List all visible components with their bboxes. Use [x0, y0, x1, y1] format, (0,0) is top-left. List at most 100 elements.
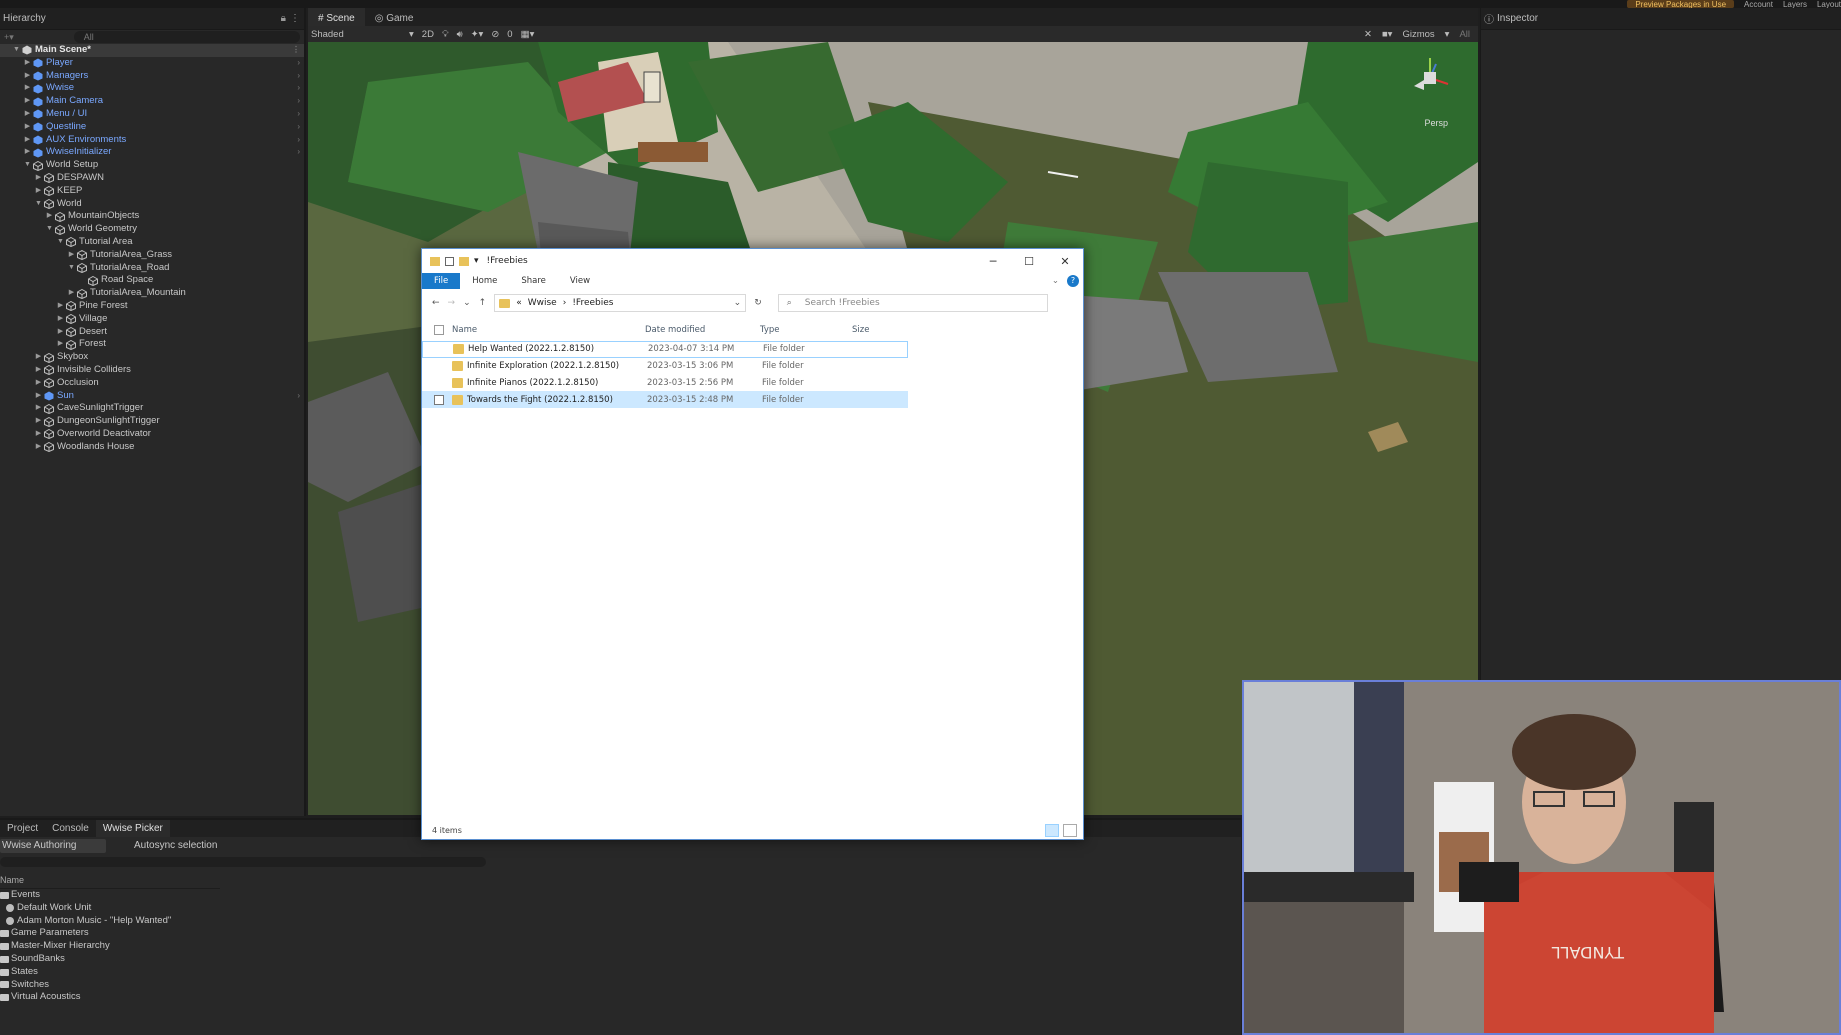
- column-type[interactable]: Type: [760, 325, 852, 335]
- expand-arrow-icon[interactable]: ▶: [67, 287, 76, 300]
- large-icons-view-icon[interactable]: [1063, 824, 1077, 837]
- back-arrow-icon[interactable]: ←: [432, 298, 440, 308]
- open-prefab-icon[interactable]: ›: [297, 70, 300, 83]
- add-icon[interactable]: +▾: [4, 32, 14, 43]
- new-folder-icon[interactable]: [459, 256, 469, 266]
- ribbon-tab-file[interactable]: File: [422, 273, 461, 289]
- expand-arrow-icon[interactable]: ▶: [23, 95, 32, 108]
- grid-icon[interactable]: ▦▾: [521, 29, 535, 40]
- wwise-authoring-dropdown[interactable]: Wwise Authoring: [0, 838, 106, 853]
- hierarchy-item[interactable]: ▶ MountainObjects: [0, 210, 304, 223]
- persp-label[interactable]: Persp: [1424, 118, 1448, 128]
- column-size[interactable]: Size: [852, 325, 869, 335]
- minimize-button[interactable]: ─: [975, 255, 1011, 268]
- wwise-tree-item[interactable]: States: [0, 966, 1241, 979]
- expand-arrow-icon[interactable]: ▶: [34, 441, 43, 454]
- forward-arrow-icon[interactable]: →: [448, 298, 456, 308]
- wwise-tree-item[interactable]: Game Parameters: [0, 927, 1241, 940]
- open-prefab-icon[interactable]: ›: [297, 134, 300, 147]
- shading-mode-dropdown[interactable]: Shaded: [311, 29, 401, 40]
- hierarchy-item[interactable]: ▶ Menu / UI ›: [0, 108, 304, 121]
- hierarchy-item[interactable]: ▶ Skybox: [0, 351, 304, 364]
- select-all-checkbox[interactable]: [434, 325, 444, 335]
- expand-arrow-icon[interactable]: ▶: [45, 210, 54, 223]
- expand-arrow-icon[interactable]: ▶: [56, 338, 65, 351]
- details-view-icon[interactable]: [1045, 824, 1059, 837]
- hierarchy-item[interactable]: ▼ World Geometry: [0, 223, 304, 236]
- expand-arrow-icon[interactable]: ▶: [34, 351, 43, 364]
- tab-console[interactable]: Console: [45, 820, 96, 837]
- expand-arrow-icon[interactable]: ▶: [34, 377, 43, 390]
- hierarchy-item[interactable]: ▶ Questline ›: [0, 121, 304, 134]
- hidden-objects-icon[interactable]: ⊘: [491, 29, 499, 40]
- address-bar[interactable]: « Wwise › !Freebies ⌄: [494, 294, 747, 312]
- open-prefab-icon[interactable]: ›: [297, 57, 300, 70]
- wwise-tree-item[interactable]: Adam Morton Music - "Help Wanted": [0, 915, 1241, 928]
- wwise-search-input[interactable]: [0, 857, 486, 867]
- recent-locations-icon[interactable]: ⌄: [463, 298, 471, 308]
- hierarchy-item[interactable]: ▼ Tutorial Area: [0, 236, 304, 249]
- hierarchy-item[interactable]: ▼ TutorialArea_Road: [0, 262, 304, 275]
- hierarchy-item[interactable]: ▶ AUX Environments ›: [0, 134, 304, 147]
- hierarchy-item[interactable]: ▶ Sun ›: [0, 390, 304, 403]
- account-button[interactable]: Account: [1744, 0, 1773, 9]
- audio-icon[interactable]: 🔊︎: [457, 29, 463, 40]
- wwise-tree-item[interactable]: Master-Mixer Hierarchy: [0, 940, 1241, 953]
- breadcrumb-wwise[interactable]: Wwise: [528, 298, 557, 308]
- hierarchy-item[interactable]: ▶ Woodlands House: [0, 441, 304, 454]
- expand-arrow-icon[interactable]: ▶: [23, 82, 32, 95]
- expand-arrow-icon[interactable]: ▶: [34, 415, 43, 428]
- collapse-arrow-icon[interactable]: ▼: [67, 262, 76, 275]
- expand-arrow-icon[interactable]: ▶: [23, 121, 32, 134]
- expand-arrow-icon[interactable]: ▶: [34, 364, 43, 377]
- help-icon[interactable]: ?: [1067, 275, 1079, 287]
- wwise-tree-item[interactable]: Default Work Unit: [0, 902, 1241, 915]
- open-prefab-icon[interactable]: ›: [297, 95, 300, 108]
- name-column-header[interactable]: Name: [0, 875, 220, 889]
- hierarchy-item[interactable]: ▶ Invisible Colliders: [0, 364, 304, 377]
- collapse-arrow-icon[interactable]: ▼: [56, 236, 65, 249]
- effects-icon[interactable]: ✦▾: [471, 29, 484, 40]
- hierarchy-tab[interactable]: Hierarchy 🔒︎ ⋮: [0, 8, 304, 30]
- lock-icon[interactable]: 🔒︎: [281, 13, 286, 24]
- ribbon-tab-home[interactable]: Home: [460, 273, 509, 289]
- hierarchy-item[interactable]: ▶ Occlusion: [0, 377, 304, 390]
- expand-arrow-icon[interactable]: ▶: [34, 402, 43, 415]
- ribbon-tab-share[interactable]: Share: [509, 273, 558, 289]
- expand-arrow-icon[interactable]: ▶: [34, 172, 43, 185]
- customize-arrow-icon[interactable]: ▾: [474, 256, 479, 266]
- layers-dropdown[interactable]: Layers: [1783, 0, 1807, 9]
- column-name[interactable]: Name: [452, 325, 645, 335]
- preview-packages-badge[interactable]: Preview Packages in Use: [1627, 0, 1735, 9]
- hierarchy-item[interactable]: ▶ DESPAWN: [0, 172, 304, 185]
- expand-arrow-icon[interactable]: ▶: [34, 390, 43, 403]
- open-prefab-icon[interactable]: ›: [297, 390, 300, 403]
- column-date-modified[interactable]: Date modified: [645, 325, 760, 335]
- scene-gizmo[interactable]: [1400, 46, 1460, 106]
- 2d-toggle[interactable]: 2D: [422, 29, 434, 40]
- address-dropdown-icon[interactable]: ⌄: [734, 298, 742, 308]
- expand-arrow-icon[interactable]: ▶: [23, 146, 32, 159]
- file-row[interactable]: Infinite Exploration (2022.1.2.8150) 2023…: [422, 358, 908, 375]
- hierarchy-item[interactable]: ▶ Desert: [0, 326, 304, 339]
- autosync-toggle[interactable]: Autosync selection: [134, 840, 217, 851]
- lighting-icon[interactable]: 💡︎: [442, 29, 449, 40]
- gizmos-dropdown[interactable]: Gizmos: [1402, 29, 1434, 40]
- hierarchy-item[interactable]: ▶ Wwise ›: [0, 82, 304, 95]
- scene-menu-icon[interactable]: ⋮: [292, 44, 300, 57]
- tab-wwise-picker[interactable]: Wwise Picker: [95, 820, 170, 837]
- hierarchy-item[interactable]: ▶ TutorialArea_Mountain: [0, 287, 304, 300]
- hierarchy-item[interactable]: ▶ Main Camera ›: [0, 95, 304, 108]
- maximize-button[interactable]: ☐: [1011, 255, 1047, 268]
- expand-arrow-icon[interactable]: ▶: [56, 300, 65, 313]
- expand-arrow-icon[interactable]: ▶: [34, 185, 43, 198]
- expand-arrow-icon[interactable]: ▶: [23, 70, 32, 83]
- wwise-tree-item[interactable]: SoundBanks: [0, 953, 1241, 966]
- file-row[interactable]: Towards the Fight (2022.1.2.8150) 2023-03…: [422, 391, 908, 409]
- tools-icon[interactable]: ✕: [1364, 29, 1372, 40]
- hierarchy-item[interactable]: ▶ Player ›: [0, 57, 304, 70]
- open-prefab-icon[interactable]: ›: [297, 82, 300, 95]
- ribbon-tab-view[interactable]: View: [558, 273, 602, 289]
- row-checkbox[interactable]: [434, 361, 444, 371]
- file-row[interactable]: Help Wanted (2022.1.2.8150) 2023-04-07 3:…: [422, 341, 908, 358]
